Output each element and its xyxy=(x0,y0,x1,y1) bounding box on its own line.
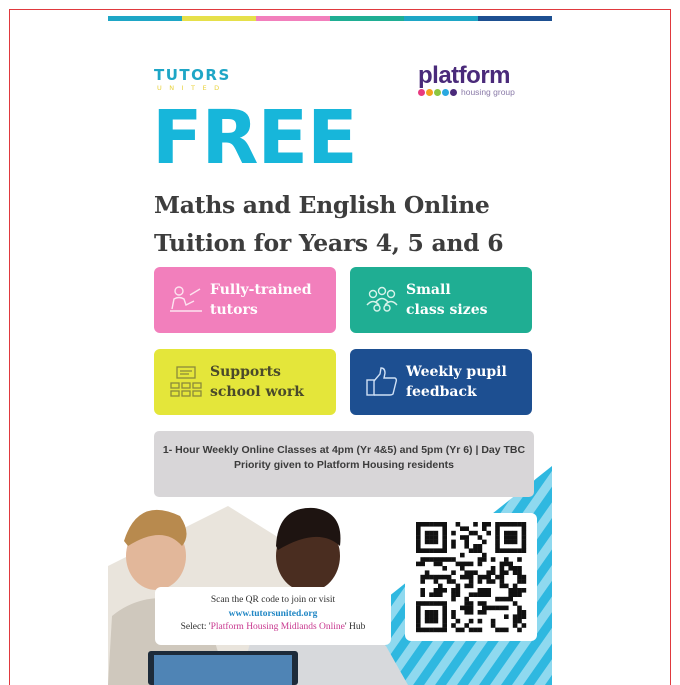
main-headline: Maths and English Online Tuition for Yea… xyxy=(154,186,552,262)
logo-dot-icon xyxy=(442,88,449,96)
feature-label-line: Weekly pupil xyxy=(406,364,507,380)
platform-logo-name: platform xyxy=(418,62,511,89)
tutor-at-desk-icon xyxy=(170,286,202,312)
free-heading: FREE xyxy=(152,95,358,181)
feature-weekly-pupil-feedback: Weekly pupil feedback xyxy=(350,349,532,415)
platform-logo-tagline: housing group xyxy=(461,87,515,97)
hub-suffix: ' Hub xyxy=(344,622,366,632)
classroom-icon xyxy=(170,366,202,397)
color-bar-segment xyxy=(182,16,256,21)
color-bar-segment xyxy=(478,16,552,21)
feature-label-line: Supports xyxy=(210,364,281,380)
class-info-box: 1- Hour Weekly Online Classes at 4pm (Yr… xyxy=(154,431,534,497)
feature-label-line: class sizes xyxy=(406,302,488,318)
feature-supports-school-work: Supports school work xyxy=(154,349,336,415)
color-bar-segment xyxy=(108,16,182,21)
website-link[interactable]: www.tutorsunited.org xyxy=(155,608,391,622)
feature-label-line: Fully-trained xyxy=(210,282,312,298)
feature-label: Weekly pupil feedback xyxy=(406,362,530,402)
logo-dot-icon xyxy=(426,88,433,96)
color-bar-segment xyxy=(256,16,330,21)
group-of-people-icon xyxy=(366,286,398,312)
tutors-united-logo: TUTORS UNITED xyxy=(154,66,231,92)
hub-instruction: Select: 'Platform Housing Midlands Onlin… xyxy=(155,621,391,635)
platform-logo: platform housing group xyxy=(418,63,536,97)
logo-dot-icon xyxy=(418,88,425,96)
headline-line-2: Tuition for Years 4, 5 and 6 xyxy=(154,229,504,257)
platform-logo-subline: housing group xyxy=(418,87,536,97)
feature-label: Supports school work xyxy=(210,362,334,402)
logo-text-tutors: TUTORS xyxy=(154,66,231,84)
color-bar-segment xyxy=(404,16,478,21)
feature-label-line: school work xyxy=(210,384,304,400)
feature-label-line: Small xyxy=(406,282,451,298)
feature-fully-trained-tutors: Fully-trained tutors xyxy=(154,267,336,333)
feature-label: Fully-trained tutors xyxy=(210,280,334,320)
logo-dot-icon xyxy=(434,88,441,96)
scan-instruction: Scan the QR code to join or visit xyxy=(210,595,336,605)
color-bar xyxy=(108,16,552,21)
priority-text: Priority given to Platform Housing resid… xyxy=(234,459,454,471)
feature-label-line: feedback xyxy=(406,384,477,400)
qr-code[interactable] xyxy=(405,513,537,641)
qr-code-icon xyxy=(416,522,527,633)
logo-text-united: UNITED xyxy=(157,84,227,92)
feature-label: Small class sizes xyxy=(406,280,530,320)
hub-name: Platform Housing Midlands Online xyxy=(210,622,345,632)
feature-small-class-sizes: Small class sizes xyxy=(350,267,532,333)
flyer: TUTORS UNITED platform housing group FRE… xyxy=(108,16,552,685)
scan-info-box: Scan the QR code to join or visit www.tu… xyxy=(155,587,391,645)
class-schedule-text: 1- Hour Weekly Online Classes at 4pm (Yr… xyxy=(162,444,526,456)
color-bar-segment xyxy=(330,16,404,21)
hub-prefix: Select: ' xyxy=(180,622,211,632)
logo-dot-icon xyxy=(450,88,457,96)
thumbs-up-icon xyxy=(366,367,398,396)
headline-line-1: Maths and English Online xyxy=(154,191,490,219)
feature-label-line: tutors xyxy=(210,302,258,318)
